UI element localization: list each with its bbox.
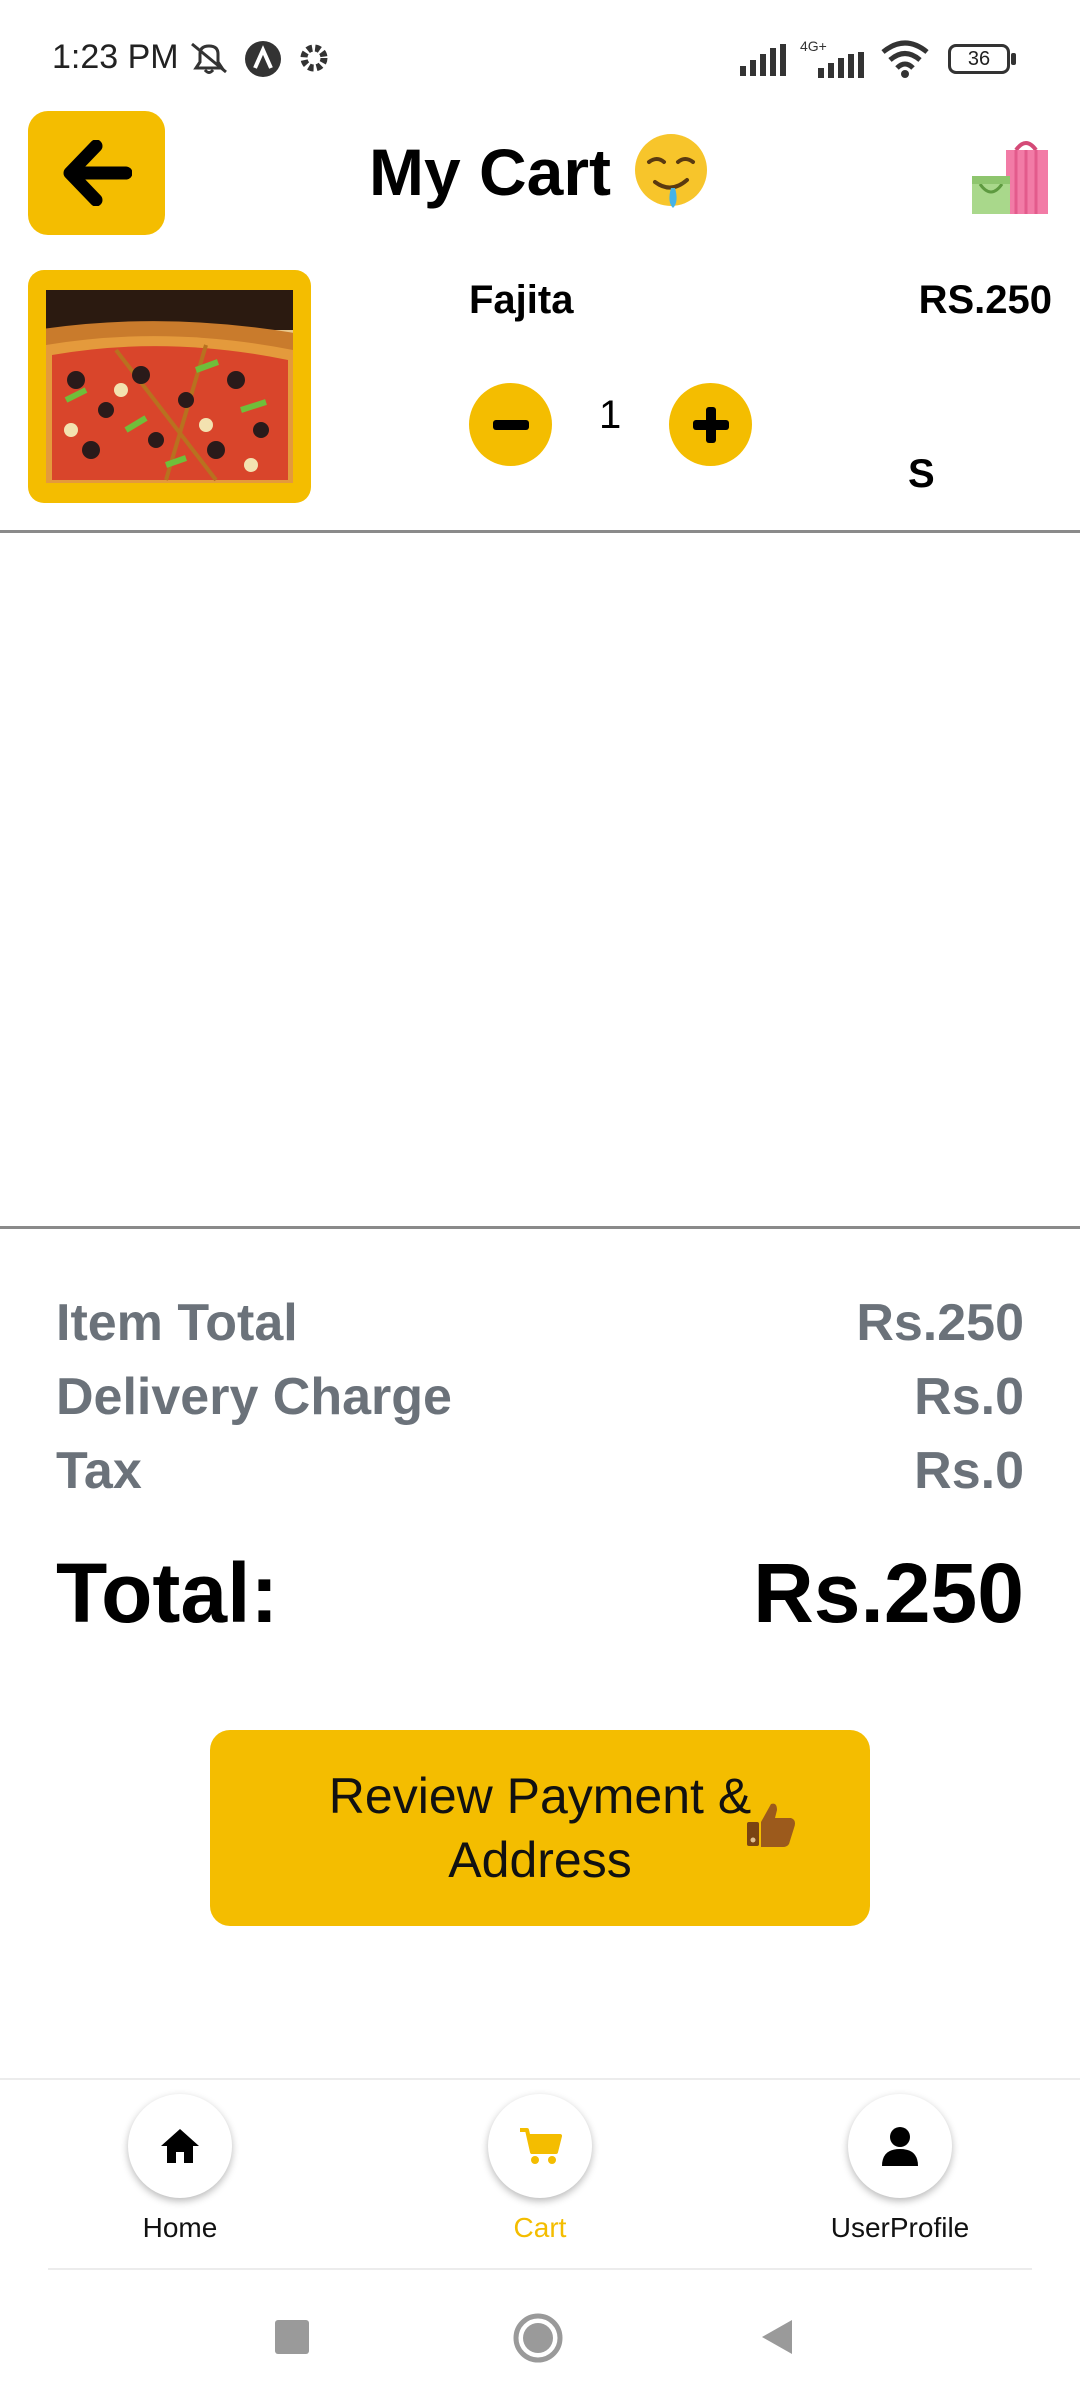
- total-label: Total:: [56, 1546, 279, 1640]
- status-time: 1:23 PM: [52, 38, 179, 76]
- cart-item-name: Fajita: [469, 278, 574, 322]
- nav-item-userprofile[interactable]: UserProfile: [790, 2080, 1010, 2244]
- user-icon: [882, 2127, 918, 2166]
- battery-tip: [1011, 53, 1016, 65]
- cart-item-image-frame: [28, 270, 311, 503]
- quantity-value: 1: [599, 393, 622, 437]
- shopping-bags-icon[interactable]: [970, 136, 1050, 218]
- tax-value: Rs.0: [914, 1442, 1024, 1500]
- total-row: Total: Rs.250: [56, 1545, 1024, 1642]
- pizza-image: [46, 290, 293, 483]
- home-circle-icon[interactable]: [512, 2312, 564, 2364]
- total-value: Rs.250: [753, 1546, 1024, 1640]
- nav-label-home: Home: [142, 2212, 218, 2243]
- home-icon-button[interactable]: [128, 2094, 232, 2198]
- wifi-icon: [881, 40, 929, 78]
- signal-2-icon: [818, 52, 864, 78]
- cart-icon-button[interactable]: [488, 2094, 592, 2198]
- decrease-quantity-button[interactable]: [469, 383, 552, 466]
- page-title: My Cart: [368, 135, 612, 209]
- plus-icon: [692, 406, 729, 443]
- user-icon-button[interactable]: [848, 2094, 952, 2198]
- system-navigation-bar: [0, 2290, 1080, 2400]
- item-total-label: Item Total: [56, 1294, 298, 1352]
- battery-indicator: 36: [948, 44, 1010, 74]
- recent-apps-icon[interactable]: [275, 2320, 309, 2354]
- tax-row: Tax Rs.0: [56, 1441, 1024, 1501]
- nav-label-cart: Cart: [513, 2212, 567, 2243]
- item-total-row: Item Total Rs.250: [56, 1293, 1024, 1353]
- settings-gear-icon: [300, 44, 328, 72]
- delivery-charge-value: Rs.0: [914, 1368, 1024, 1426]
- delivery-charge-label: Delivery Charge: [56, 1368, 452, 1426]
- review-payment-button[interactable]: Review Payment & Address: [210, 1730, 870, 1926]
- home-icon: [161, 2129, 199, 2163]
- delivery-charge-row: Delivery Charge Rs.0: [56, 1367, 1024, 1427]
- item-total-value: Rs.250: [856, 1294, 1024, 1352]
- increase-quantity-button[interactable]: [669, 383, 752, 466]
- divider-top: [0, 530, 1080, 533]
- page-title-row: My Cart: [0, 132, 1080, 212]
- cart-icon: [520, 2128, 562, 2164]
- divider-bottom: [0, 1226, 1080, 1229]
- drooling-face-icon: [635, 134, 708, 208]
- review-payment-label: Review Payment & Address: [328, 1768, 752, 1888]
- status-bar: 1:23 PM 4G+ 36: [0, 0, 1080, 110]
- back-triangle-icon[interactable]: [760, 2318, 794, 2356]
- nav-item-cart[interactable]: Cart: [430, 2080, 650, 2244]
- cart-item-size: S: [908, 452, 935, 496]
- thumbs-up-icon: [747, 1803, 795, 1847]
- signal-icon: [740, 44, 786, 76]
- mute-bell-icon: [191, 42, 227, 74]
- cart-item-price: RS.250: [918, 278, 1052, 322]
- battery-level: 36: [967, 48, 991, 70]
- nav-label-userprofile: UserProfile: [830, 2212, 970, 2243]
- bottom-navigation: Home Cart UserProfile: [0, 2078, 1080, 2270]
- nav-bottom-divider: [48, 2268, 1032, 2270]
- minus-icon: [492, 419, 529, 430]
- app-a-icon: [245, 41, 281, 77]
- tax-label: Tax: [56, 1442, 142, 1500]
- nav-item-home[interactable]: Home: [70, 2080, 290, 2244]
